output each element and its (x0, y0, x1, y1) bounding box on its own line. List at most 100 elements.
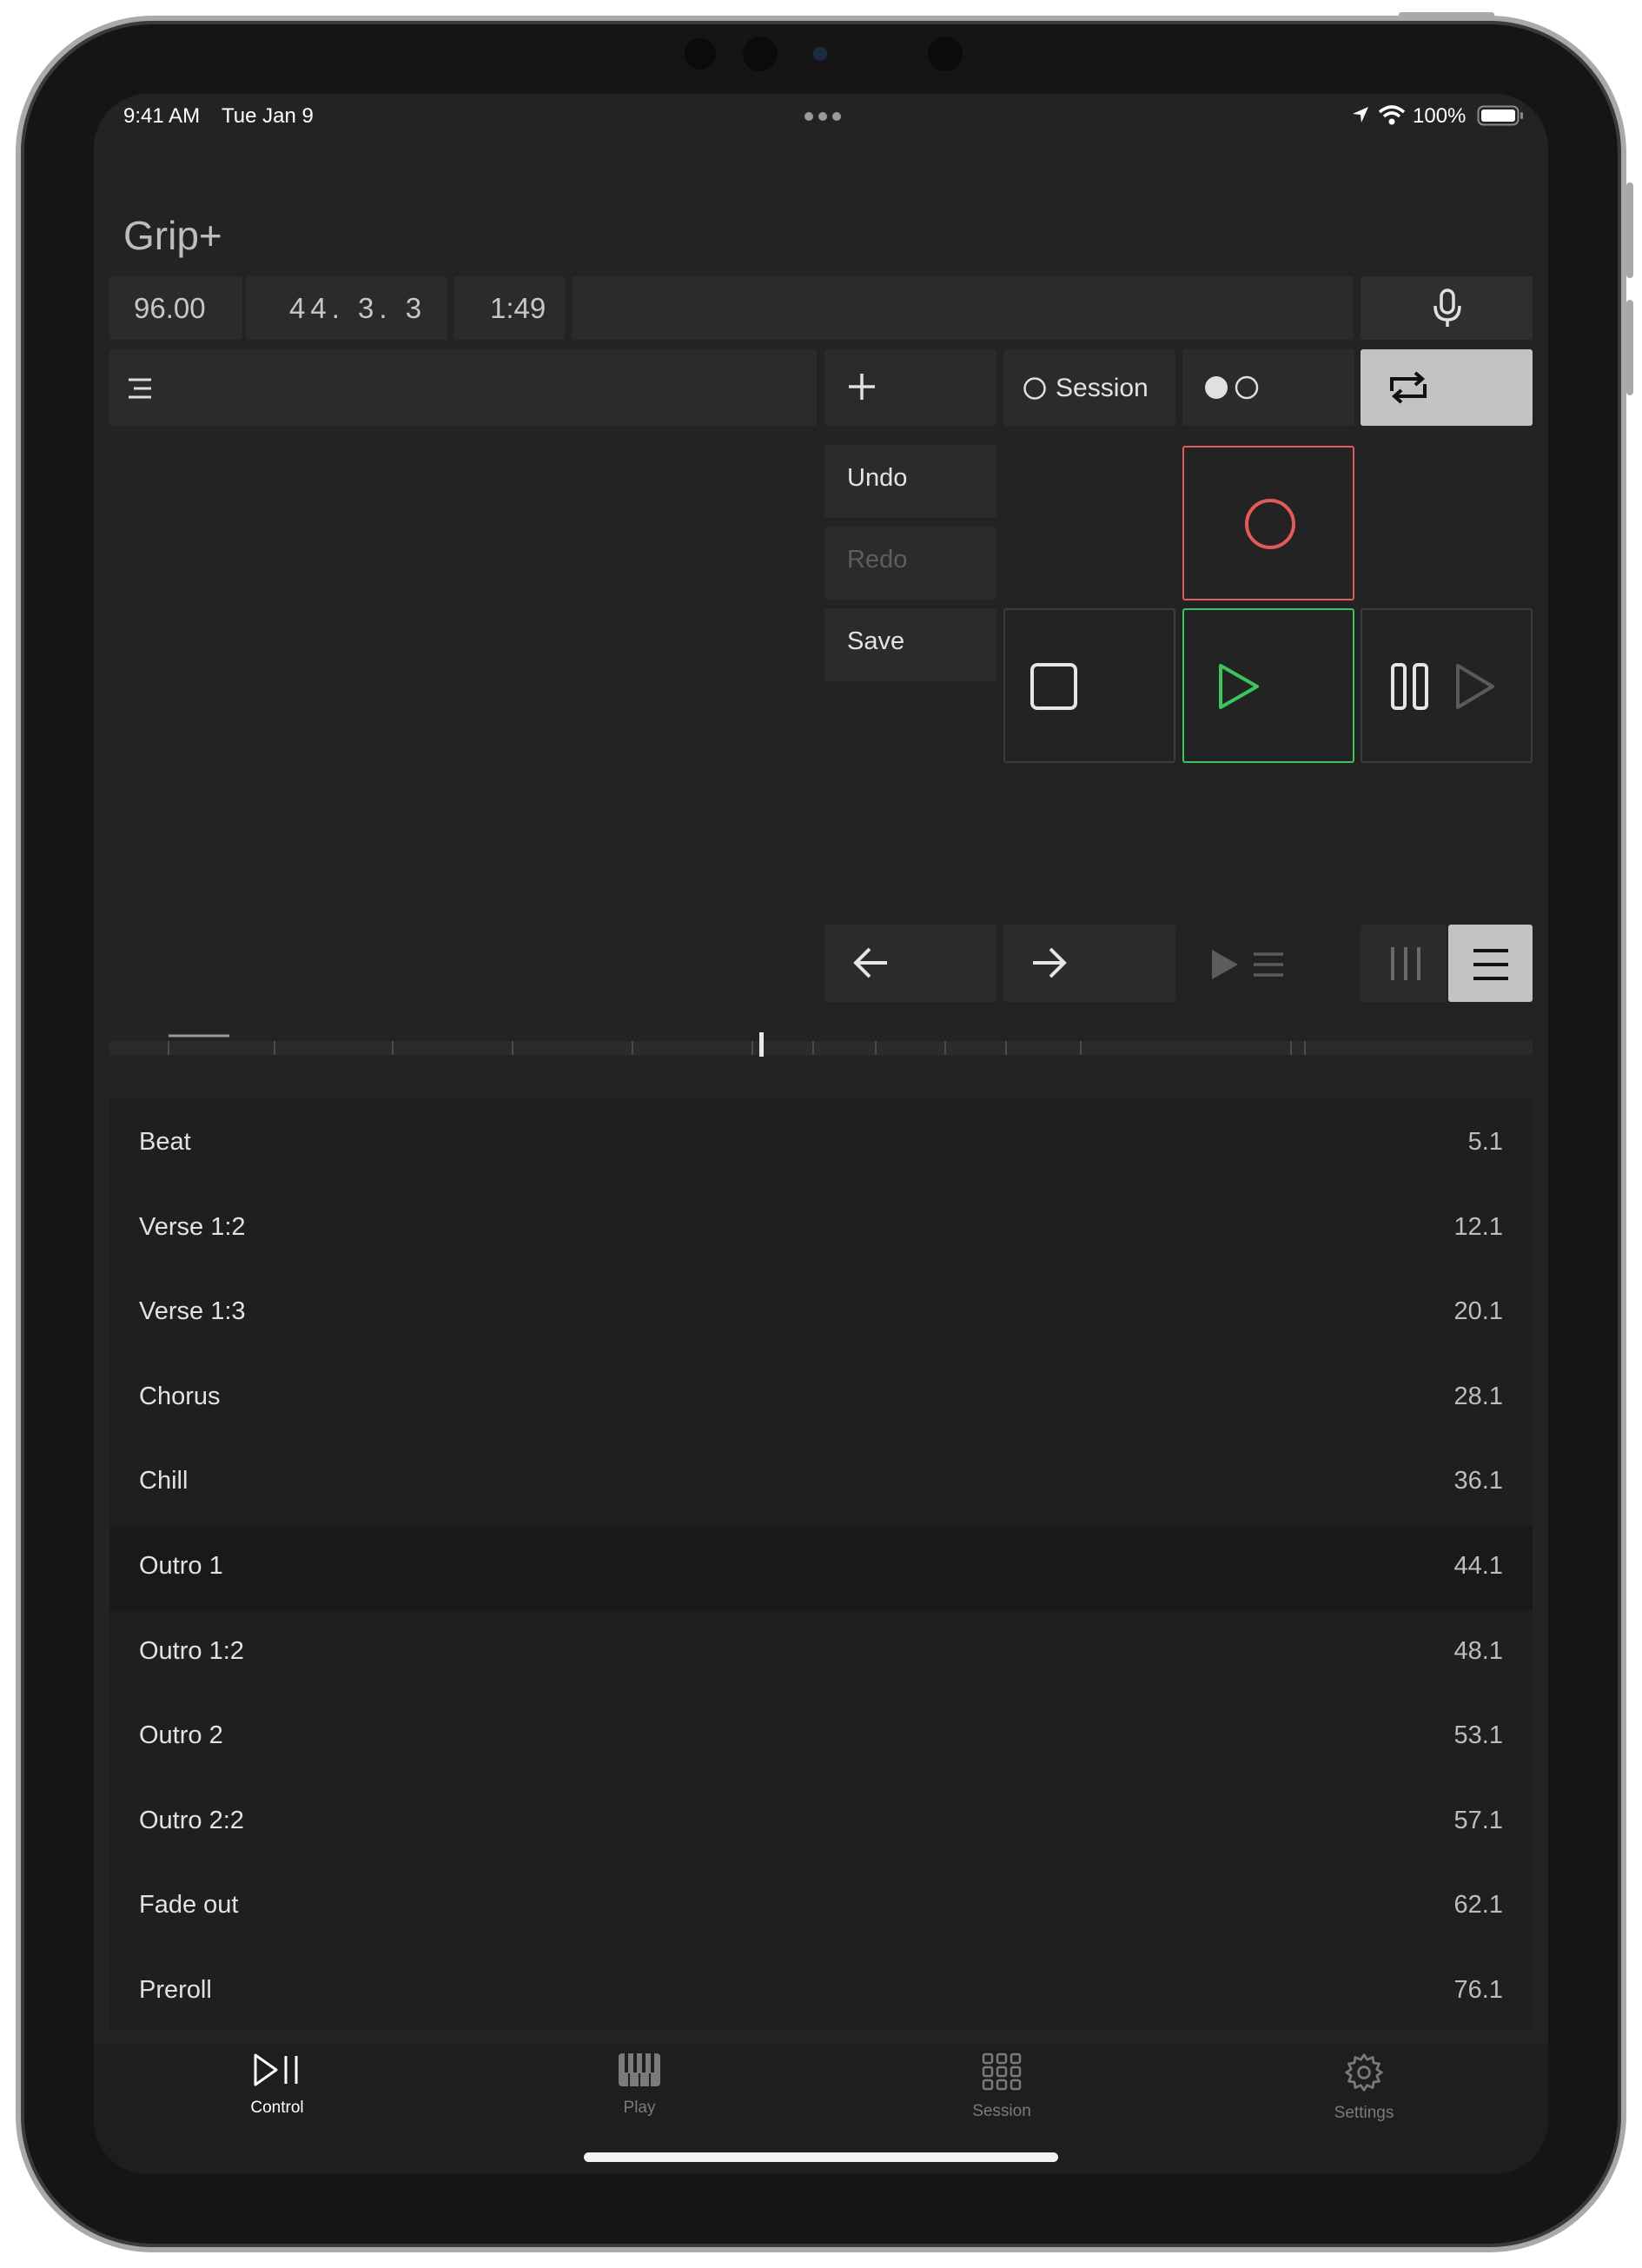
tempo-field[interactable]: 96.00 (109, 276, 242, 340)
tab-control[interactable]: Control (190, 2052, 364, 2118)
camera (813, 47, 827, 61)
marker-position: 48.1 (1453, 1636, 1503, 1665)
grid-icon (915, 2052, 1089, 2095)
undo-label: Undo (847, 464, 908, 492)
play-button[interactable] (1182, 608, 1354, 763)
play-icon (1214, 662, 1262, 715)
stop-icon (1030, 662, 1078, 715)
marker-position: 53.1 (1453, 1721, 1503, 1750)
home-indicator[interactable] (584, 2152, 1058, 2162)
marker-row[interactable]: Chorus 28.1 (109, 1356, 1533, 1441)
list-view-button[interactable] (1448, 925, 1533, 1002)
loop-icon (1387, 368, 1430, 411)
save-button[interactable]: Save (824, 608, 996, 681)
marker-row[interactable]: Verse 1:3 20.1 (109, 1271, 1533, 1356)
marker-name: Outro 1 (139, 1552, 223, 1580)
view-toggle-button[interactable] (1182, 349, 1354, 426)
tab-label: Settings (1334, 2104, 1394, 2122)
app-title: Grip+ (123, 213, 222, 258)
marker-name: Outro 1:2 (139, 1636, 244, 1665)
circle-icon (1023, 376, 1047, 405)
marker-name: Outro 2:2 (139, 1806, 244, 1834)
save-label: Save (847, 627, 905, 655)
device-side-button (1626, 300, 1633, 395)
marker-name: Outro 2 (139, 1721, 223, 1750)
timeline-ruler[interactable] (109, 1032, 1533, 1057)
toggle-dots-icon (1203, 375, 1262, 405)
play-pause-icon (190, 2052, 364, 2092)
wifi-icon (1378, 104, 1406, 129)
time-value: 1:49 (490, 292, 546, 324)
columns-view-button[interactable] (1361, 925, 1447, 1002)
tab-settings[interactable]: Settings (1277, 2052, 1451, 2123)
add-button[interactable] (824, 349, 996, 426)
marker-row[interactable]: Outro 1:2 48.1 (109, 1611, 1533, 1695)
sensor (743, 36, 778, 71)
marker-position: 28.1 (1453, 1382, 1503, 1410)
marker-position: 5.1 (1467, 1128, 1503, 1156)
list-menu-icon[interactable] (127, 377, 153, 404)
marker-row[interactable]: Outro 1 44.1 (109, 1526, 1533, 1610)
microphone-button[interactable] (1361, 276, 1533, 340)
tab-label: Control (250, 2099, 304, 2117)
position-field[interactable]: 44. 3. 3 (246, 276, 447, 340)
tempo-value: 96.00 (134, 292, 206, 324)
redo-button[interactable]: Redo (824, 527, 996, 600)
plus-icon (847, 372, 877, 406)
play-list-icon (1208, 947, 1287, 986)
location-icon (1350, 104, 1371, 129)
piano-keys-icon (553, 2052, 726, 2092)
tab-label: Session (972, 2102, 1031, 2120)
time-field[interactable]: 1:49 (454, 276, 565, 340)
device-top-button (1399, 12, 1494, 17)
tab-session[interactable]: Session (915, 2052, 1089, 2121)
columns-icon (1388, 945, 1423, 986)
readout-spacer (572, 276, 1354, 340)
multitasking-dots-icon[interactable] (804, 110, 842, 126)
marker-position: 20.1 (1453, 1297, 1503, 1326)
tab-label: Play (623, 2099, 656, 2117)
pause-play-button[interactable] (1361, 608, 1533, 763)
loop-toggle-button[interactable] (1361, 349, 1533, 426)
marker-row[interactable]: Outro 2:2 57.1 (109, 1781, 1533, 1865)
status-time: 9:41 AM (123, 104, 201, 128)
status-date: Tue Jan 9 (222, 104, 314, 128)
marker-position: 12.1 (1453, 1212, 1503, 1241)
marker-position: 44.1 (1453, 1552, 1503, 1580)
record-button[interactable] (1182, 446, 1354, 600)
redo-label: Redo (847, 546, 908, 574)
list-icon (1473, 947, 1509, 986)
marker-name: Preroll (139, 1976, 212, 2004)
marker-row[interactable]: Chill 36.1 (109, 1441, 1533, 1525)
stop-button[interactable] (1003, 608, 1175, 763)
marker-name: Verse 1:2 (139, 1212, 246, 1241)
arrow-right-icon (1031, 945, 1068, 985)
marker-row[interactable]: Beat 5.1 (109, 1102, 1533, 1186)
previous-marker-button[interactable] (824, 925, 996, 1002)
marker-name: Beat (139, 1128, 191, 1156)
marker-row[interactable]: Fade out 62.1 (109, 1865, 1533, 1949)
session-label: Session (1056, 374, 1149, 402)
marker-row[interactable]: Preroll 76.1 (109, 1950, 1533, 2034)
battery-icon (1477, 105, 1524, 130)
marker-position: 76.1 (1453, 1976, 1503, 2004)
gear-icon (1277, 2052, 1451, 2097)
menu-bar (109, 349, 817, 426)
marker-row[interactable]: Outro 2 53.1 (109, 1695, 1533, 1780)
session-button[interactable]: Session (1003, 349, 1175, 426)
sensor (928, 36, 963, 71)
marker-name: Fade out (139, 1891, 239, 1920)
play-disabled-icon (1453, 662, 1496, 715)
record-icon (1243, 497, 1297, 555)
play-marker-button[interactable] (1182, 925, 1354, 1002)
position-value: 44. 3. 3 (289, 292, 427, 324)
microphone-icon (1432, 288, 1463, 333)
next-marker-button[interactable] (1003, 925, 1175, 1002)
marker-row[interactable]: Verse 1:2 12.1 (109, 1187, 1533, 1271)
tab-play[interactable]: Play (553, 2052, 726, 2118)
undo-button[interactable]: Undo (824, 445, 996, 518)
marker-name: Chorus (139, 1382, 221, 1410)
marker-name: Chill (139, 1467, 189, 1495)
sensor (685, 38, 716, 70)
marker-name: Verse 1:3 (139, 1297, 246, 1326)
